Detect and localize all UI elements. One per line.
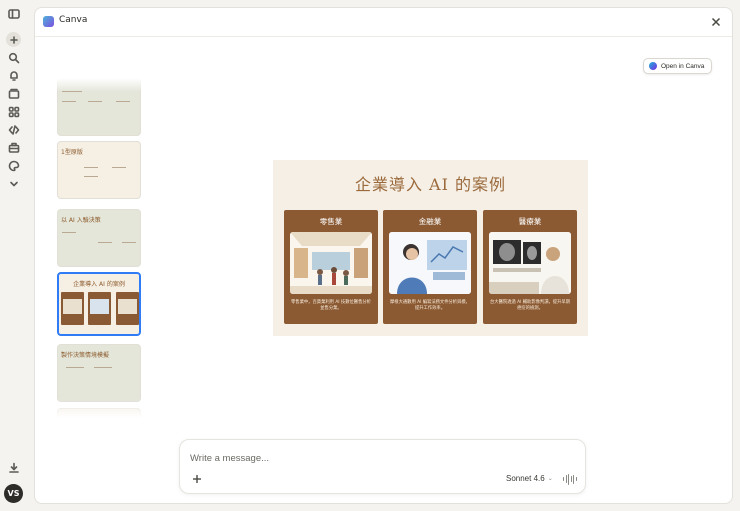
thumbnail-title: 1型原版: [61, 149, 83, 156]
apps-icon[interactable]: [6, 104, 21, 119]
download-icon[interactable]: [6, 460, 21, 475]
search-icon[interactable]: [6, 50, 21, 65]
model-selector[interactable]: Sonnet 4.6 ⌄: [506, 474, 553, 483]
card-title: 金融業: [418, 217, 442, 226]
panel-title: Canva: [59, 15, 88, 25]
message-input[interactable]: [190, 450, 570, 466]
card-description: 台大醫院透過 AI 輔助影像判讀，提升早期癌症的檢測。: [490, 300, 570, 311]
canva-logo-icon: [43, 16, 54, 27]
message-composer: Sonnet 4.6 ⌄: [179, 439, 586, 494]
case-card-healthcare: 醫療業 台大醫院透過 AI 輔助影像判讀，提升早期癌症的檢測。: [483, 210, 577, 324]
thumbnail-title: 企業導入 AI 的案例: [73, 281, 125, 288]
card-title: 零售業: [319, 217, 343, 226]
notifications-icon[interactable]: [6, 68, 21, 83]
canva-icon: [649, 62, 657, 70]
add-attachment-icon[interactable]: [191, 473, 203, 485]
card-description: 零售業中，百貨業利用 AI 技數位醫售分析並售分業。: [291, 300, 371, 311]
slide-title: 企業導入 AI 的案例: [354, 175, 507, 194]
slide-thumbnail-3[interactable]: 以 AI 入驗決策: [57, 209, 141, 267]
open-in-canva-label: Open in Canva: [661, 62, 705, 70]
artifact-panel: Canva Open in Canva 1型原版 以 AI 入驗決策 企業導入 …: [34, 7, 733, 504]
case-card-retail: 零售業 零售業中，百貨業利用 AI 技數位醫售分析並售分業。: [284, 210, 378, 324]
sidebar-toggle-icon[interactable]: [6, 6, 21, 21]
case-card-finance: 金融業 摩根大通數用 AI 編寫法務文件分析與模，提升工作效率。: [383, 210, 477, 324]
open-in-canva-button[interactable]: Open in Canva: [643, 58, 712, 74]
close-icon[interactable]: [709, 15, 722, 28]
panel-header: Canva: [35, 8, 732, 37]
new-chat-icon[interactable]: [6, 32, 21, 47]
left-rail: VS: [0, 0, 27, 511]
slide-preview[interactable]: 企業導入 AI 的案例 零售業 零售業中，百貨業利用 AI 技數位醫售分析並售分…: [273, 160, 588, 336]
projects-icon[interactable]: [6, 86, 21, 101]
chevron-down-icon[interactable]: [6, 176, 21, 191]
thumbnail-title: 以 AI 入驗決策: [61, 217, 101, 224]
slide-thumbnail-2[interactable]: 1型原版: [57, 141, 141, 199]
chevron-down-icon: ⌄: [547, 476, 553, 482]
avatar[interactable]: VS: [4, 484, 23, 503]
slide-thumbnail-4-selected[interactable]: 企業導入 AI 的案例: [57, 272, 141, 336]
voice-input-icon[interactable]: [563, 473, 577, 485]
finance-analyst-illustration: [389, 232, 471, 294]
model-label: Sonnet 4.6: [506, 474, 545, 483]
card-title: 醫療業: [518, 217, 542, 226]
slide-thumbnails[interactable]: 1型原版 以 AI 入驗決策 企業導入 AI 的案例 製作決策情境模擬: [57, 78, 141, 418]
card-description: 摩根大通數用 AI 編寫法務文件分析與模，提升工作效率。: [390, 300, 470, 311]
medical-imaging-illustration: [489, 232, 571, 294]
palette-icon[interactable]: [6, 158, 21, 173]
slide-thumbnail-5[interactable]: 製作決策情境模擬: [57, 344, 141, 402]
briefcase-icon[interactable]: [6, 140, 21, 155]
code-icon[interactable]: [6, 122, 21, 137]
retail-store-illustration: [290, 232, 372, 294]
thumbnail-title: 製作決策情境模擬: [61, 352, 110, 359]
